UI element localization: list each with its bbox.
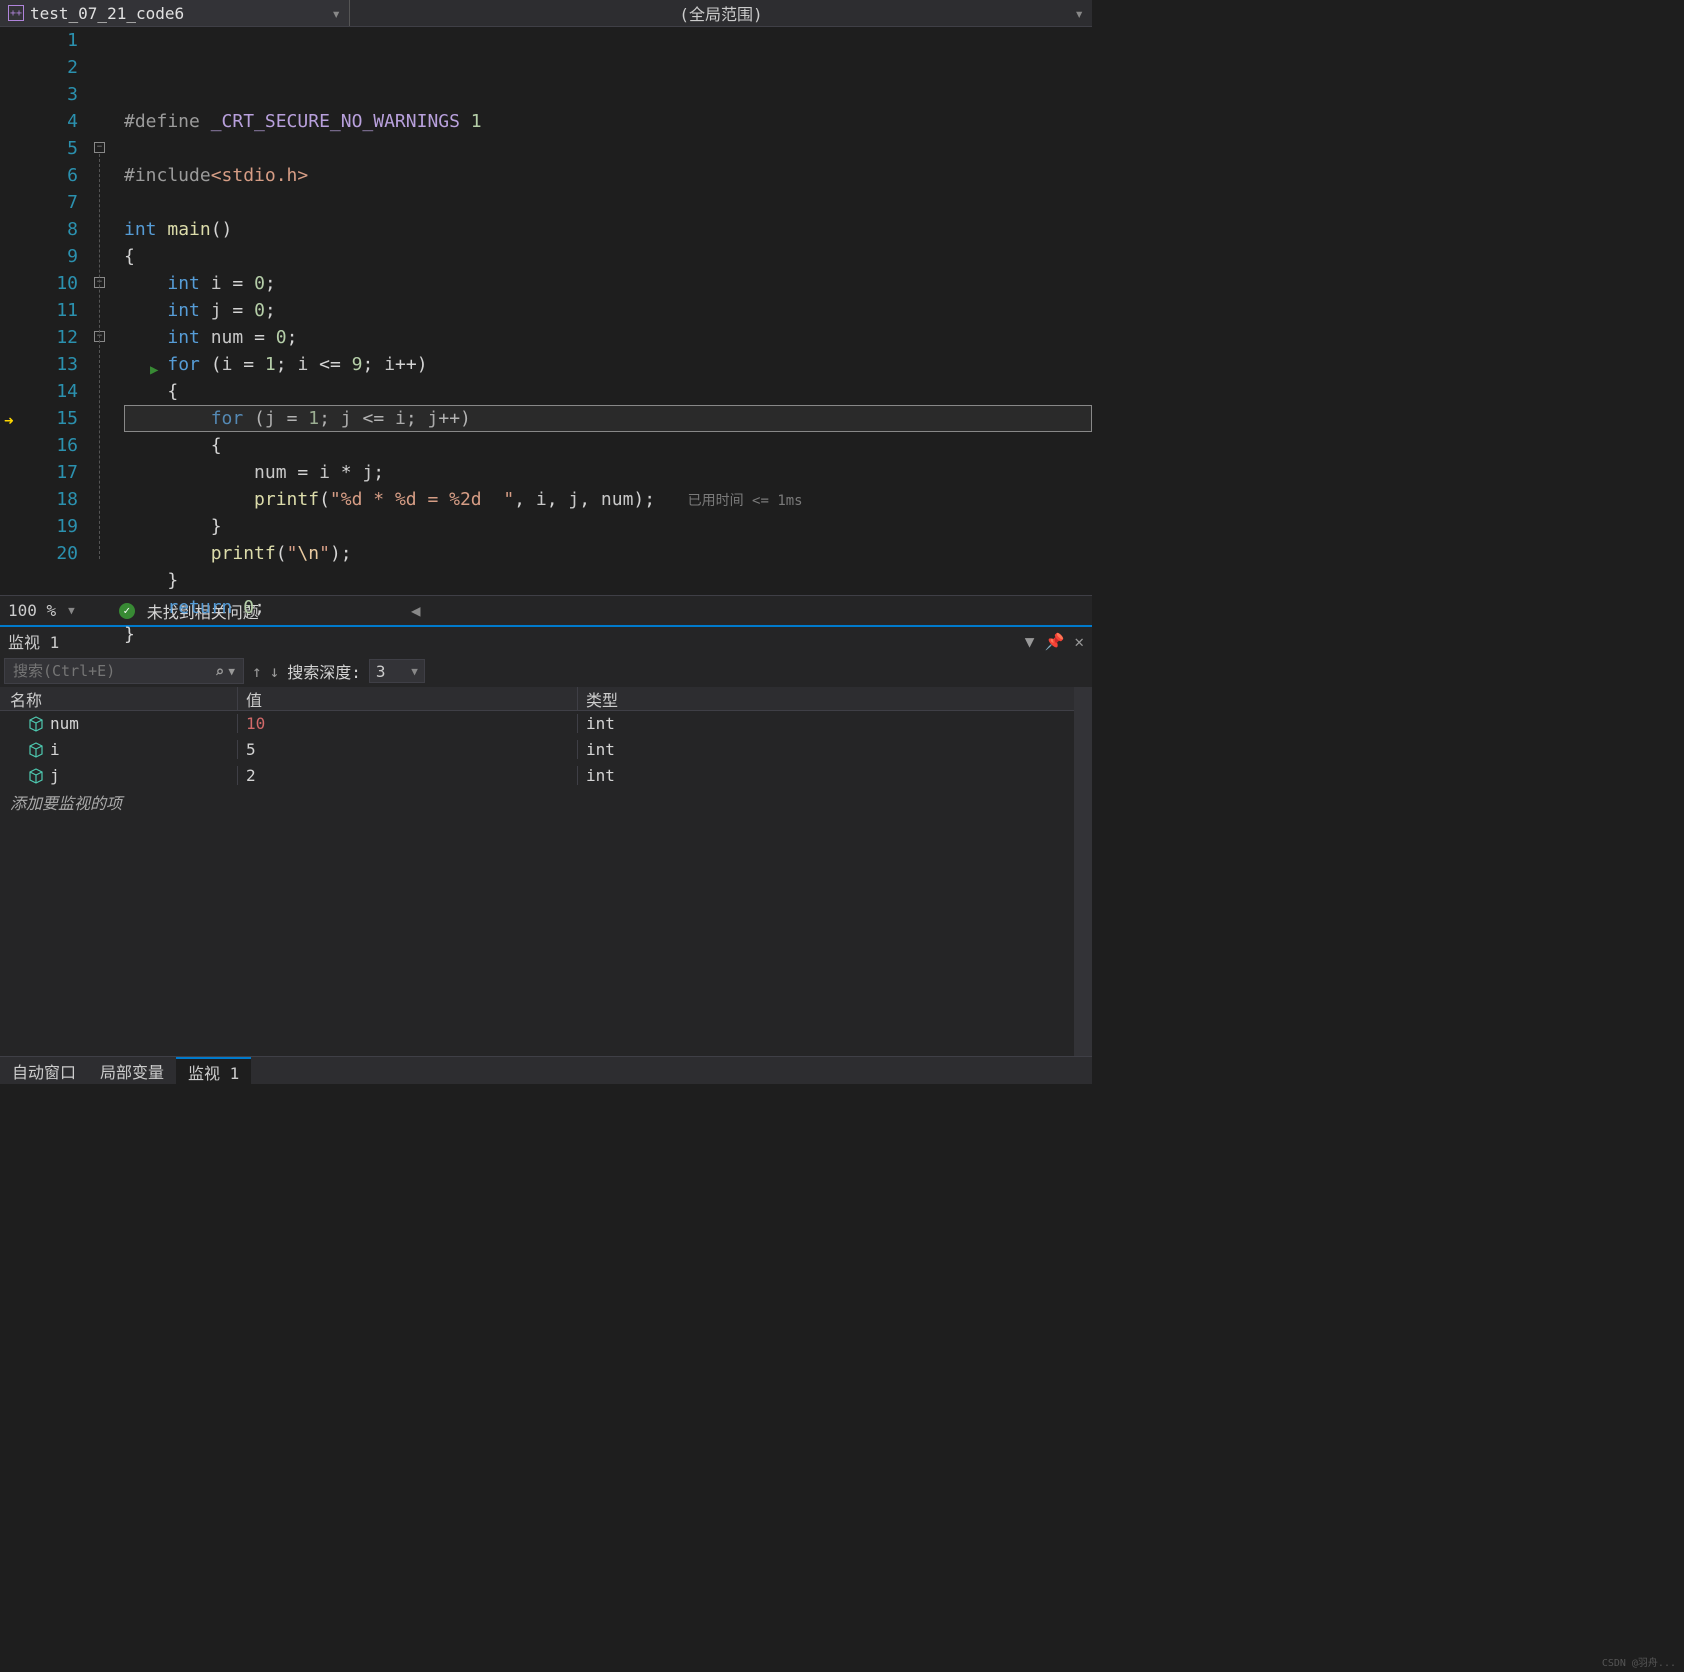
- watch-search-box[interactable]: ⌕ ▼: [4, 658, 244, 684]
- tab-autos[interactable]: 自动窗口: [0, 1057, 88, 1084]
- variable-icon: [28, 716, 44, 732]
- tab-locals[interactable]: 局部变量: [88, 1057, 176, 1084]
- chevron-down-icon[interactable]: ▼: [68, 604, 75, 617]
- watermark: CSDN @羽舟...: [1602, 1654, 1676, 1669]
- var-name: i: [50, 740, 60, 759]
- col-header-type[interactable]: 类型: [578, 687, 1074, 710]
- watch-table: 名称 值 类型 num10inti5intj2int 添加要监视的项: [0, 687, 1092, 1056]
- watch-panel-title: 监视 1: [8, 629, 59, 653]
- var-type: int: [578, 740, 1074, 759]
- chevron-down-icon[interactable]: ▾: [331, 4, 341, 23]
- nav-up-icon[interactable]: ↑: [252, 662, 262, 681]
- scope-label: (全局范围): [679, 1, 762, 25]
- fold-gutter[interactable]: − − − ▶: [90, 27, 124, 595]
- search-icon[interactable]: ⌕: [215, 662, 225, 681]
- chevron-down-icon[interactable]: ▾: [1074, 4, 1084, 23]
- var-value[interactable]: 10: [238, 714, 578, 733]
- code-editor[interactable]: ➜ 1234567891011121314151617181920 − − − …: [0, 27, 1092, 595]
- file-dropdown[interactable]: ++ test_07_21_code6 ▾: [0, 0, 350, 26]
- depth-label: 搜索深度:: [287, 659, 361, 683]
- var-value[interactable]: 2: [238, 766, 578, 785]
- tab-watch[interactable]: 监视 1: [176, 1057, 251, 1084]
- bottom-tab-bar: 自动窗口 局部变量 监视 1: [0, 1056, 1092, 1084]
- var-type: int: [578, 766, 1074, 785]
- variable-icon: [28, 768, 44, 784]
- var-value[interactable]: 5: [238, 740, 578, 759]
- scope-dropdown[interactable]: (全局范围) ▾: [350, 0, 1092, 26]
- variable-icon: [28, 742, 44, 758]
- zoom-level[interactable]: 100 %: [8, 601, 56, 620]
- depth-dropdown[interactable]: 3 ▼: [369, 659, 425, 683]
- file-name: test_07_21_code6: [30, 4, 331, 23]
- scrollbar[interactable]: [1074, 687, 1092, 1056]
- watch-row[interactable]: num 10int: [0, 711, 1074, 737]
- watch-row[interactable]: i 5int: [0, 737, 1074, 763]
- editor-top-bar: ++ test_07_21_code6 ▾ (全局范围) ▾: [0, 0, 1092, 27]
- col-header-value[interactable]: 值: [238, 687, 578, 710]
- chevron-down-icon[interactable]: ▼: [228, 665, 235, 678]
- var-name: j: [50, 766, 60, 785]
- watch-toolbar: ⌕ ▼ ↑ ↓ 搜索深度: 3 ▼: [0, 655, 1092, 687]
- search-input[interactable]: [13, 662, 215, 680]
- breakpoint-gutter[interactable]: ➜: [0, 27, 24, 595]
- add-watch-row[interactable]: 添加要监视的项: [0, 789, 1074, 815]
- code-content[interactable]: #define _CRT_SECURE_NO_WARNINGS 1#includ…: [124, 27, 1092, 595]
- line-number-gutter: 1234567891011121314151617181920: [24, 27, 90, 595]
- watch-panel: 监视 1 ▼ 📌 ✕ ⌕ ▼ ↑ ↓ 搜索深度: 3 ▼ 名称 值 类型 num…: [0, 625, 1092, 1084]
- var-type: int: [578, 714, 1074, 733]
- watch-row[interactable]: j 2int: [0, 763, 1074, 789]
- var-name: num: [50, 714, 79, 733]
- watch-table-header: 名称 值 类型: [0, 687, 1074, 711]
- depth-value: 3: [376, 662, 386, 681]
- cpp-file-icon: ++: [8, 5, 24, 21]
- chevron-down-icon: ▼: [411, 665, 418, 678]
- current-line-arrow-icon: ➜: [4, 411, 14, 430]
- col-header-name[interactable]: 名称: [0, 687, 238, 710]
- nav-down-icon[interactable]: ↓: [270, 662, 280, 681]
- fold-toggle[interactable]: −: [94, 142, 105, 153]
